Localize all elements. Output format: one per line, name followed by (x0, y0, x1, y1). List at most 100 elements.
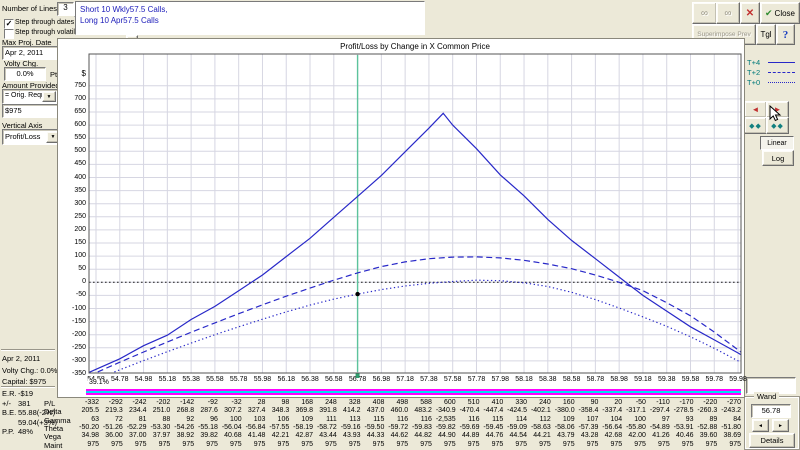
chart-area: Profit/Loss by Change in X Common Price … (57, 38, 745, 398)
table-cell: -243.2 (703, 407, 741, 414)
y-tick-label: 200 (60, 226, 86, 233)
status-line: Volty Chg.: 0.0% (2, 366, 57, 375)
table-cell: 38.69 (703, 432, 741, 439)
x-tick-label: 55.98 (250, 376, 274, 383)
step-dates-checkbox[interactable]: ✓ (4, 19, 14, 29)
close-button-label: Close (775, 9, 795, 18)
y-tick-label: -350 (60, 370, 86, 377)
table-row-label: Maint (44, 441, 62, 450)
greeks-table: P/L-332-292-242-202-142-92-3228981682483… (0, 397, 748, 450)
y-tick-label: 0 (60, 278, 86, 285)
series-legend-sample (768, 82, 795, 83)
log-scale-button[interactable]: Log (762, 150, 794, 166)
x-tick-label: 54.78 (108, 376, 132, 383)
y-tick-label: 350 (60, 187, 86, 194)
y-tick-label: 400 (60, 174, 86, 181)
step-left-button[interactable]: ◄ (744, 101, 767, 118)
help-icon[interactable]: ? (776, 24, 795, 45)
optionvue-graphic-analysis-window: Number of Lines 3 ▲ ▼ ✓ Step through dat… (0, 0, 800, 450)
y-tick-label: 50 (60, 265, 86, 272)
y-tick-label: 600 (60, 121, 86, 128)
table-cell: 84 (703, 416, 741, 423)
series-legend-label: T+0 (747, 78, 760, 87)
y-tick-label: 100 (60, 252, 86, 259)
x-tick-label: 57.98 (488, 376, 512, 383)
x-tick-label: 59.58 (679, 376, 703, 383)
status-line: Apr 2, 2011 (2, 354, 40, 363)
price-range-bar (86, 389, 741, 395)
y-tick-label: 300 (60, 200, 86, 207)
x-tick-label: 55.18 (155, 376, 179, 383)
tgl-button[interactable]: Tgl (756, 24, 776, 45)
x-tick-label: 55.58 (203, 376, 227, 383)
max-proj-date-input[interactable]: Apr 2, 2011 (2, 46, 58, 60)
step-dates-label: Step through dates (15, 19, 74, 26)
close-button[interactable]: ✔ Close (760, 2, 800, 24)
y-tick-label: -250 (60, 344, 86, 351)
number-of-lines-label: Number of Lines (2, 4, 57, 13)
x-tick-label: 58.98 (607, 376, 631, 383)
y-tick-label: 150 (60, 239, 86, 246)
chevron-down-icon[interactable]: ▼ (42, 91, 56, 102)
legend-line: Long 10 Apr57.5 Calls (80, 15, 420, 26)
x-tick-label: 58.78 (583, 376, 607, 383)
x-tick-label: 54.98 (132, 376, 156, 383)
x-tick-label: 59.78 (702, 376, 726, 383)
probability-label: 39.1% (88, 379, 110, 386)
status-line: Capital: $975 (2, 377, 46, 386)
plot-svg (58, 39, 746, 399)
x-tick-label: 56.98 (369, 376, 393, 383)
x-tick-label: 57.58 (441, 376, 465, 383)
x-tick-label: 57.78 (464, 376, 488, 383)
y-tick-label: 500 (60, 147, 86, 154)
wand-right-icon[interactable]: ► (772, 419, 789, 432)
y-tick-label: 250 (60, 213, 86, 220)
amount-provided-value: = Orig. Reqmt. (3, 90, 44, 102)
fast-step-left-button[interactable]: ◆◆ (744, 117, 767, 134)
x-tick-label: 56.18 (274, 376, 298, 383)
vertical-axis-dropdown[interactable]: Profit/Loss ▼ (2, 129, 62, 145)
y-tick-label: 550 (60, 134, 86, 141)
wand-details-button[interactable]: Details (749, 433, 795, 448)
x-tick-label: 58.58 (560, 376, 584, 383)
y-tick-label: 700 (60, 95, 86, 102)
volty-chg-input[interactable]: 0.0% (4, 67, 46, 81)
x-tick-label: 59.38 (655, 376, 679, 383)
x-tick-label: 58.38 (536, 376, 560, 383)
y-tick-label: 750 (60, 82, 86, 89)
mouse-cursor (769, 105, 782, 122)
series-legend-label: T+2 (747, 68, 760, 77)
table-cell: -270 (703, 399, 741, 406)
wand-left-icon[interactable]: ◄ (752, 419, 769, 432)
series-legend-label: T+4 (747, 58, 760, 67)
y-tick-label: -50 (60, 291, 86, 298)
x-tick-label: 58.18 (512, 376, 536, 383)
y-tick-label: 450 (60, 160, 86, 167)
x-tick-label: 56.38 (298, 376, 322, 383)
series-legend-sample (768, 62, 795, 63)
x-tick-label: 55.38 (179, 376, 203, 383)
number-of-lines-input[interactable]: 3 (57, 2, 74, 16)
legend-line: Short 10 Wkly57.5 Calls, (80, 4, 420, 15)
x-tick-label: 57.38 (417, 376, 441, 383)
y-tick-label: -300 (60, 357, 86, 364)
x-tick-label: 59.98 (726, 376, 750, 383)
series-legend-sample (768, 72, 795, 73)
close-x-icon[interactable]: ✕ (740, 2, 760, 24)
wand-marker-dot[interactable] (355, 292, 359, 296)
wand-price-input[interactable]: 56.78 (751, 404, 791, 418)
amount-input[interactable]: $975 (2, 104, 58, 118)
check-icon: ✔ (765, 8, 773, 19)
link-icon[interactable]: ∞ (716, 2, 740, 24)
link-icon[interactable]: ∞ (692, 2, 717, 24)
x-tick-label: 55.78 (227, 376, 251, 383)
table-cell: 975 (703, 441, 741, 448)
linear-scale-button[interactable]: Linear (760, 136, 794, 150)
x-tick-label: 56.78 (346, 376, 370, 383)
y-tick-label: -200 (60, 331, 86, 338)
y-tick-label: 650 (60, 108, 86, 115)
positions-legend-box[interactable]: Short 10 Wkly57.5 Calls, Long 10 Apr57.5… (75, 1, 425, 35)
table-cell: -51.80 (703, 424, 741, 431)
amount-provided-dropdown[interactable]: = Orig. Reqmt. ▼ (2, 89, 58, 104)
plot-canvas[interactable] (58, 39, 746, 399)
